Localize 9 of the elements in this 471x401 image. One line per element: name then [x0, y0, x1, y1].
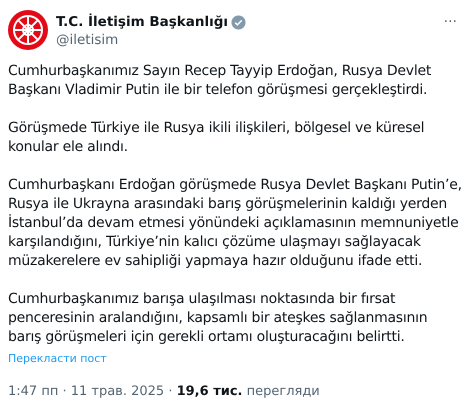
post-paragraph: Görüşmede Türkiye ile Rusya ikili ilişkileri, bölgesel ve küresel konular ele alındı. — [8, 119, 426, 157]
account-name[interactable]: T.C. İletişim Başkanlığı — [56, 14, 228, 30]
post-paragraph: Cumhurbaşkanı Erdoğan görüşmede Rusya Devlet Başkanı Putin’e, Rusya ile Ukrayna arasındaki barış görüşmelerinin kaldığı yerden İstanbul’da devam etmesi yönündeki açıklamasının memnuniyetle karşılandığını, Türkiye’nin kalıcı çözüme ulaşmayı sağlayacak müzakerelere ev sahipliği yapmaya hazır olduğunu ifade etti. — [8, 176, 463, 271]
post-paragraph: Cumhurbaşkanımız barışa ulaşılması noktasında bir fırsat penceresinin aralandığını, kapsamlı bir ateşkes sağlanmasının barış görüşmeleri için gerekli ortamı oluşturacağını belirtti. — [8, 290, 428, 347]
post-paragraph: Cumhurbaşkanımız Sayın Recep Tayyip Erdoğan, Rusya Devlet Başkanı Vladimir Putin ile bir telefon görüşmesi gerçekleştirdi. — [8, 62, 432, 100]
account-handle[interactable]: @iletisim — [56, 32, 436, 48]
post-meta: 1:47 пп · 11 трав. 2025 · 19,6 тис. перегляди — [8, 384, 321, 399]
more-menu-button[interactable]: ··· — [444, 14, 457, 30]
logo-icon — [8, 10, 48, 50]
